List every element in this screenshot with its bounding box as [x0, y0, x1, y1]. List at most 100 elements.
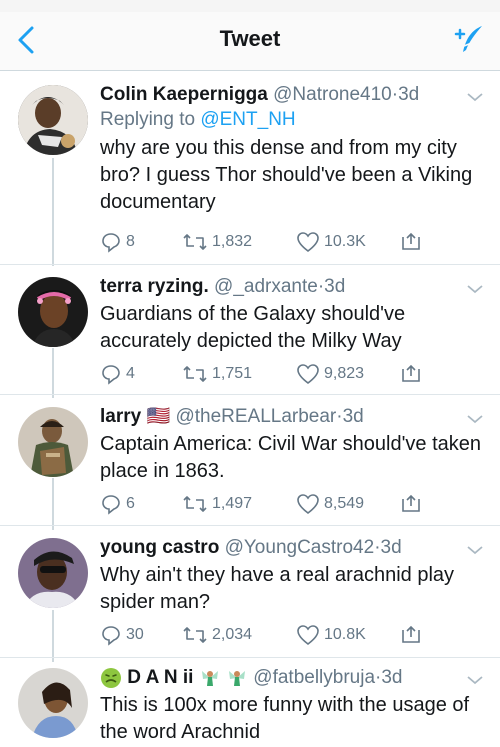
reply-icon: [102, 365, 120, 385]
reply-icon: [102, 626, 120, 646]
chevron-down-icon[interactable]: [466, 91, 484, 103]
display-name[interactable]: terra ryzing.: [100, 276, 209, 297]
username[interactable]: @fatbellybruja: [253, 667, 375, 688]
heart-icon: [297, 232, 319, 253]
chevron-down-icon[interactable]: [466, 283, 484, 295]
avatar[interactable]: [18, 277, 88, 347]
like-button[interactable]: 9,823: [296, 361, 364, 387]
display-name[interactable]: Colin Kaepernigga: [100, 84, 268, 105]
tweet-header: young castro @YoungCastro42·3d: [100, 536, 486, 560]
like-count: 10.3K: [324, 233, 366, 250]
share-button[interactable]: [400, 491, 426, 517]
chevron-down-icon[interactable]: [466, 413, 484, 425]
chevron-down-icon[interactable]: [466, 674, 484, 686]
tweet-item[interactable]: larry 🇺🇸 @theREALLarbear·3d Captain Amer…: [0, 395, 500, 526]
share-icon: [402, 625, 420, 643]
retweet-button[interactable]: 1,497: [182, 491, 252, 517]
like-button[interactable]: 10.3K: [296, 229, 366, 255]
share-icon: [402, 232, 420, 250]
avatar[interactable]: [18, 407, 88, 477]
username[interactable]: @Natrone410: [273, 84, 392, 105]
retweet-count: 1,832: [212, 233, 253, 250]
us-flag-icon: 🇺🇸: [146, 406, 171, 427]
retweet-button[interactable]: 1,751: [182, 361, 252, 387]
retweet-button[interactable]: 1,832: [182, 229, 252, 255]
avatar[interactable]: [18, 668, 88, 738]
display-name[interactable]: D A N ii: [127, 667, 193, 688]
username[interactable]: @theREALLarbear: [175, 406, 336, 427]
share-icon: [402, 364, 420, 382]
replying-to-link[interactable]: @ENT_NH: [200, 109, 295, 130]
back-button[interactable]: [12, 22, 42, 58]
display-name[interactable]: young castro: [100, 537, 219, 558]
nav-bar: Tweet: [0, 12, 500, 71]
tweet-text: Captain America: Civil War should've tak…: [100, 433, 482, 483]
tweet-item[interactable]: Colin Kaepernigga @Natrone410·3d Replyin…: [0, 71, 500, 265]
tweet-text: why are you this dense and from my city …: [100, 137, 473, 213]
compose-button[interactable]: [450, 22, 486, 58]
replying-to-label: Replying to: [100, 109, 196, 130]
heart-icon: [297, 494, 319, 515]
avatar[interactable]: [18, 538, 88, 608]
tweet-text: Guardians of the Galaxy should've accura…: [100, 303, 406, 352]
reply-count: 8: [126, 233, 135, 250]
share-button[interactable]: [400, 361, 426, 387]
retweet-icon: [183, 234, 207, 250]
reply-button[interactable]: 4: [100, 361, 135, 387]
reply-button[interactable]: 30: [100, 622, 144, 648]
retweet-icon: [183, 627, 207, 643]
status-bar: [0, 0, 500, 12]
tweet-actions: 4 1,751 9,823: [100, 361, 430, 387]
tweet-item[interactable]: terra ryzing. @_adrxante·3d Guardians of…: [0, 265, 500, 395]
timestamp[interactable]: 3d: [343, 406, 364, 427]
retweet-count: 1,751: [212, 365, 253, 382]
reply-count: 4: [126, 365, 135, 382]
chevron-down-icon[interactable]: [466, 544, 484, 556]
chevron-left-icon: [18, 26, 34, 54]
tweet-actions: 8 1,832 10.3K: [100, 229, 430, 255]
timestamp[interactable]: 3d: [381, 667, 402, 688]
tweet-item[interactable]: young castro @YoungCastro42·3d Why ain't…: [0, 526, 500, 658]
share-button[interactable]: [400, 229, 426, 255]
like-count: 8,549: [324, 495, 365, 512]
tweet-actions: 6 1,497 8,549: [100, 491, 430, 517]
reply-icon: [102, 495, 120, 515]
retweet-count: 2,034: [212, 626, 253, 643]
share-icon: [402, 494, 420, 512]
tweet-header: terra ryzing. @_adrxante·3d: [100, 275, 486, 299]
like-count: 10.8K: [324, 626, 366, 643]
share-button[interactable]: [400, 622, 426, 648]
fairy-icon: [201, 670, 218, 686]
reply-count: 30: [126, 626, 144, 643]
page-title: Tweet: [219, 26, 281, 51]
retweet-button[interactable]: 2,034: [182, 622, 252, 648]
retweet-icon: [183, 366, 207, 382]
username[interactable]: @YoungCastro42: [225, 537, 375, 558]
fairy-icon: [229, 670, 245, 686]
tweet-text: This is 100x more funny with the usage o…: [100, 694, 470, 743]
tweet-header: Colin Kaepernigga @Natrone410·3d: [100, 83, 486, 107]
timestamp[interactable]: 3d: [381, 537, 402, 558]
like-button[interactable]: 8,549: [296, 491, 364, 517]
tweet-header: larry 🇺🇸 @theREALLarbear·3d: [100, 405, 486, 429]
retweet-count: 1,497: [212, 495, 253, 512]
timestamp[interactable]: 3d: [324, 276, 345, 297]
reply-icon: [102, 233, 120, 253]
timestamp[interactable]: 3d: [398, 84, 419, 105]
tweet-actions: 30 2,034 10.8K: [100, 622, 430, 648]
retweet-icon: [183, 496, 207, 512]
tweet-text: Why ain't they have a real arachnid play…: [100, 564, 455, 613]
like-count: 9,823: [324, 365, 365, 382]
display-name[interactable]: larry: [100, 406, 141, 427]
reply-button[interactable]: 8: [100, 229, 135, 255]
username[interactable]: @_adrxante: [214, 276, 318, 297]
reply-button[interactable]: 6: [100, 491, 135, 517]
tweet-item[interactable]: D A N ii @fatbellybruja·3d This is 100x …: [0, 658, 500, 747]
heart-icon: [297, 625, 319, 646]
nauseated-face-icon: [101, 667, 121, 688]
reply-count: 6: [126, 495, 135, 512]
compose-tweet-icon: [454, 26, 482, 52]
tweet-header: D A N ii @fatbellybruja·3d: [100, 666, 486, 690]
avatar[interactable]: [18, 85, 88, 155]
like-button[interactable]: 10.8K: [296, 622, 366, 648]
